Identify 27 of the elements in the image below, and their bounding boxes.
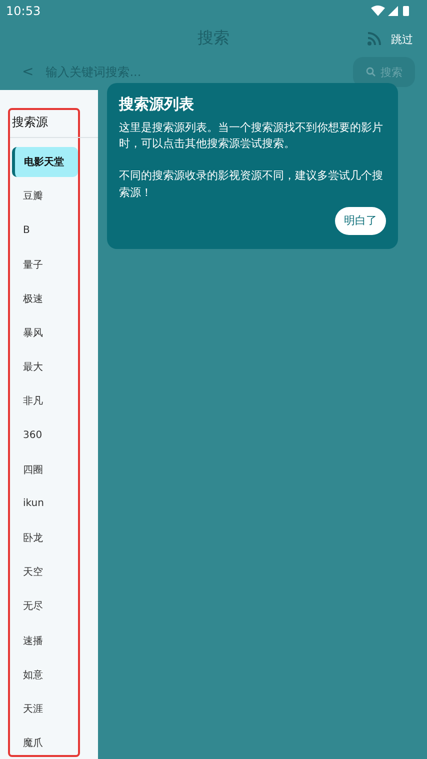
source-item[interactable]: 极速 [10, 284, 78, 314]
source-item[interactable]: 暴风 [10, 318, 78, 348]
source-item[interactable]: 如意 [10, 660, 78, 690]
source-item[interactable]: 天涯 [10, 694, 78, 724]
rss-icon[interactable] [367, 32, 381, 46]
tooltip-text: 这里是搜索源列表。当一个搜索源找不到你想要的影片时，可以点击其他搜索源尝试搜索。 [119, 120, 384, 152]
tooltip-title: 搜索源列表 [119, 95, 195, 114]
source-item[interactable]: ikun [10, 488, 78, 519]
source-item[interactable]: 量子 [10, 250, 78, 280]
sidebar-title: 搜索源 [10, 110, 98, 138]
source-item[interactable]: 天空 [10, 557, 78, 588]
search-icon [366, 67, 376, 78]
source-item[interactable]: 速播 [10, 626, 78, 656]
source-item[interactable]: 360 [10, 420, 78, 450]
source-item[interactable]: 无尽 [10, 591, 78, 622]
source-item[interactable]: 最大 [10, 352, 78, 382]
status-time: 10:53 [6, 4, 41, 18]
source-item[interactable]: 魔爪 [10, 728, 78, 758]
source-item[interactable]: B [10, 215, 78, 246]
tooltip-text: 不同的搜索源收录的影视资源不同，建议多尝试几个搜索源！ [119, 168, 384, 201]
source-item[interactable]: 四圈 [10, 454, 78, 485]
source-item[interactable]: 非凡 [10, 386, 78, 416]
skip-button[interactable]: 跳过 [391, 32, 413, 47]
source-item[interactable]: 豆瓣 [10, 181, 78, 212]
source-item[interactable]: 卧龙 [10, 523, 78, 554]
got-it-button[interactable]: 明白了 [335, 206, 386, 235]
source-item[interactable]: 电影天堂 [12, 147, 78, 177]
